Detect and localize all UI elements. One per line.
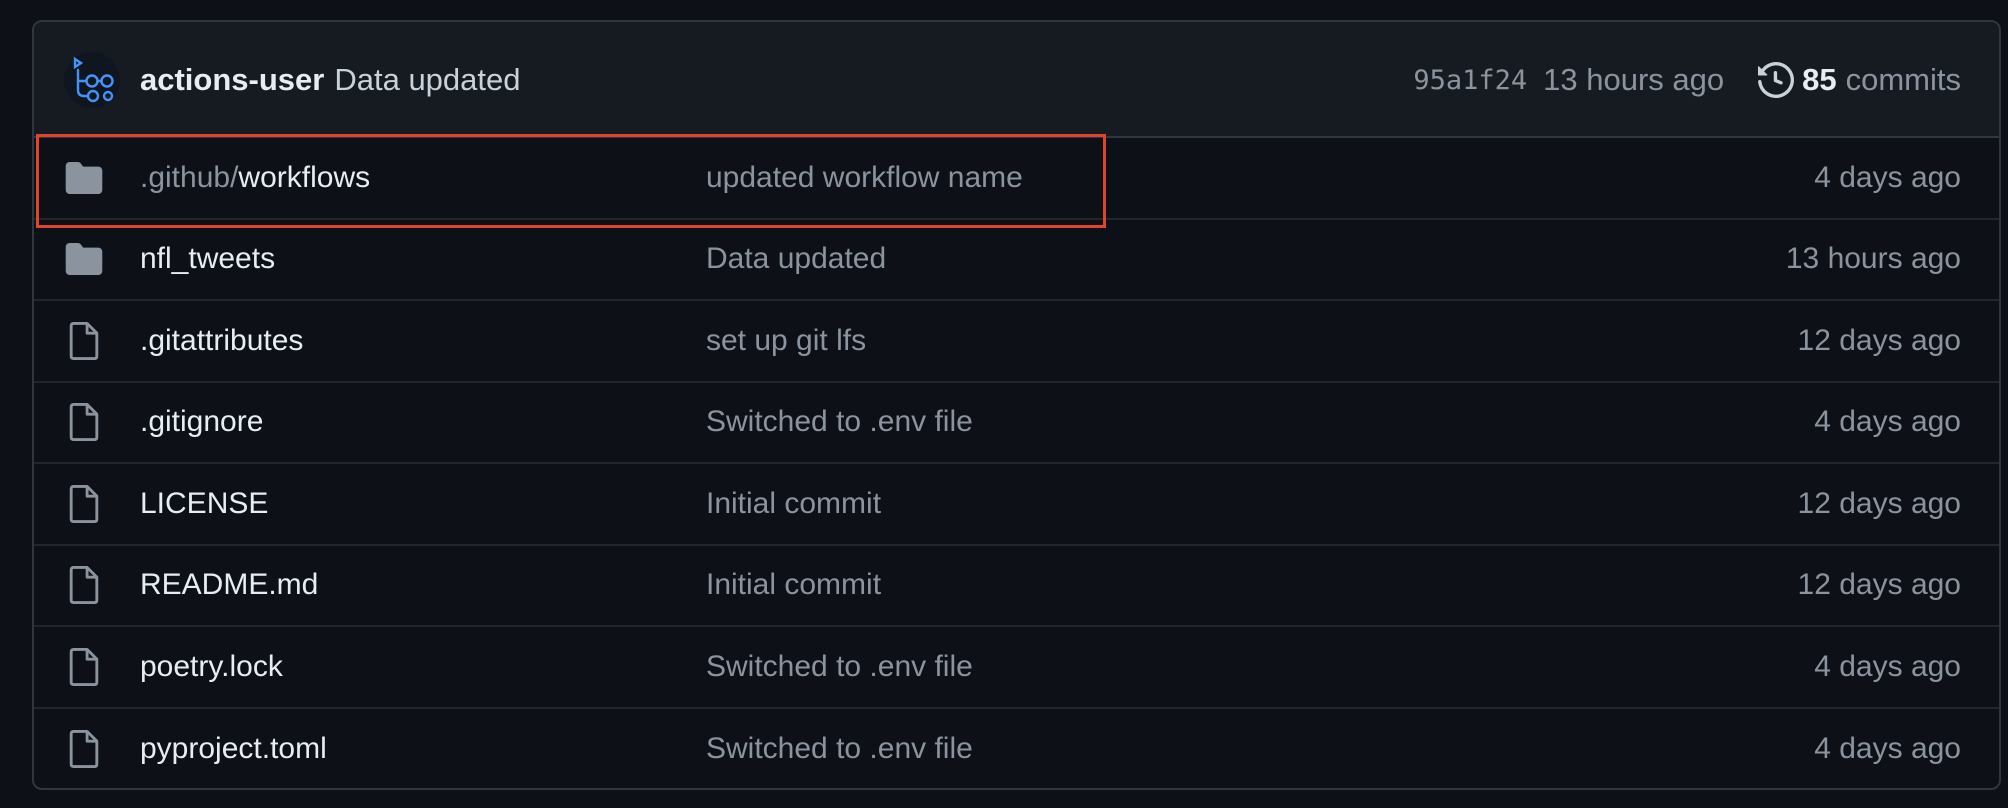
folder-icon — [64, 220, 104, 300]
commit-message-link[interactable]: Initial commit — [706, 546, 881, 626]
file-name-link[interactable]: LICENSE — [140, 464, 268, 544]
latest-commit-text: actions-user Data updated — [140, 22, 521, 138]
file-name-link[interactable]: nfl_tweets — [140, 220, 275, 300]
commit-message-link[interactable]: Data updated — [706, 220, 886, 300]
commit-message[interactable]: Data updated — [334, 62, 520, 98]
commit-time: 4 days ago — [1814, 732, 1961, 766]
file-name[interactable]: poetry.lock — [140, 650, 283, 684]
file-icon — [64, 709, 104, 789]
commit-message-link[interactable]: Switched to .env file — [706, 383, 973, 463]
commit-time: 4 days ago — [1814, 405, 1961, 439]
latest-commit-header: actions-user Data updated 95a1f24 13 hou… — [34, 22, 1999, 138]
commit-message-link[interactable]: Initial commit — [706, 464, 881, 544]
file-row[interactable]: LICENSE Initial commit 12 days ago — [34, 464, 1999, 546]
file-name[interactable]: .gitattributes — [140, 324, 303, 358]
file-icon — [64, 546, 104, 626]
file-name-link[interactable]: .gitignore — [140, 383, 263, 463]
file-row[interactable]: pyproject.toml Switched to .env file 4 day… — [34, 709, 1999, 789]
history-icon[interactable] — [1758, 62, 1795, 98]
file-row[interactable]: poetry.lock Switched to .env file 4 days a… — [34, 627, 1999, 709]
file-row[interactable]: .github/workflows updated workflow name 4 … — [34, 138, 1999, 220]
commit-message-link[interactable]: updated workflow name — [706, 138, 1023, 218]
file-list-box: actions-user Data updated 95a1f24 13 hou… — [32, 20, 2001, 790]
file-name[interactable]: LICENSE — [140, 487, 268, 521]
commit-time: 4 days ago — [1814, 649, 1961, 683]
avatar[interactable] — [64, 52, 120, 108]
commit-time: 12 days ago — [1797, 486, 1961, 520]
commit-message-link[interactable]: Switched to .env file — [706, 709, 973, 789]
file-row[interactable]: .gitignore Switched to .env file 4 days ag… — [34, 383, 1999, 464]
commit-author[interactable]: actions-user — [140, 62, 324, 98]
file-icon — [64, 301, 104, 381]
commits-count[interactable]: 85 — [1802, 62, 1836, 98]
commit-message-link[interactable]: Switched to .env file — [706, 627, 973, 707]
commit-time: 13 hours ago — [1785, 242, 1961, 276]
file-name[interactable]: workflows — [238, 161, 370, 195]
commit-meta: 95a1f24 13 hours ago 85 commits — [1413, 22, 1961, 138]
commit-time: 12 days ago — [1797, 323, 1961, 357]
file-icon — [64, 627, 104, 707]
file-list: .github/workflows updated workflow name 4 … — [34, 138, 1999, 789]
file-name-link[interactable]: poetry.lock — [140, 627, 283, 707]
file-icon — [64, 383, 104, 463]
github-actions-avatar-icon — [73, 56, 114, 103]
file-name[interactable]: .gitignore — [140, 405, 263, 439]
file-name[interactable]: nfl_tweets — [140, 242, 275, 276]
file-name-link[interactable]: README.md — [140, 546, 318, 626]
file-name[interactable]: README.md — [140, 568, 318, 602]
file-name[interactable]: pyproject.toml — [140, 732, 327, 766]
commit-time: 12 days ago — [1797, 568, 1961, 602]
commit-time: 4 days ago — [1814, 160, 1961, 194]
file-row[interactable]: .gitattributes set up git lfs 12 days ago — [34, 301, 1999, 383]
folder-icon — [64, 138, 104, 218]
file-name-link[interactable]: pyproject.toml — [140, 709, 327, 789]
file-icon — [64, 464, 104, 544]
commit-sha[interactable]: 95a1f24 — [1413, 65, 1527, 96]
file-row[interactable]: nfl_tweets Data updated 13 hours ago — [34, 220, 1999, 301]
commit-message-link[interactable]: set up git lfs — [706, 301, 866, 381]
commits-label[interactable]: commits — [1846, 62, 1961, 98]
file-name-link[interactable]: .github/workflows — [140, 138, 370, 218]
file-name-link[interactable]: .gitattributes — [140, 301, 303, 381]
file-row[interactable]: README.md Initial commit 12 days ago — [34, 546, 1999, 627]
file-name-prefix[interactable]: .github/ — [140, 161, 238, 195]
commit-time: 13 hours ago — [1543, 62, 1725, 97]
